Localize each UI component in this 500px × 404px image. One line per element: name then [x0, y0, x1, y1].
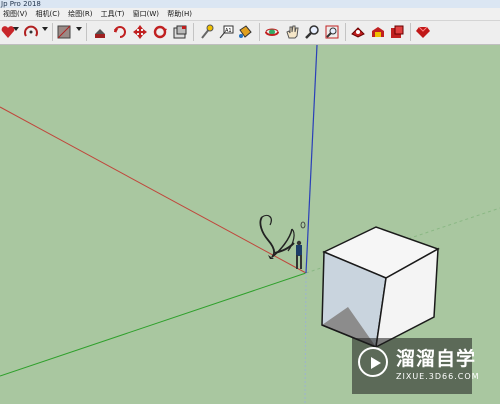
move-icon[interactable] [132, 24, 148, 40]
menu-view[interactable]: 视图(V) [0, 8, 30, 20]
menu-window[interactable]: 窗口(W) [130, 8, 162, 20]
toolbar-separator [410, 23, 411, 41]
zoom-icon[interactable] [304, 24, 320, 40]
offset-icon[interactable] [172, 24, 188, 40]
menu-bar: 视图(V) 相机(C) 绘图(R) 工具(T) 窗口(W) 帮助(H) [0, 8, 500, 21]
menu-help[interactable]: 帮助(H) [164, 8, 195, 20]
pan-icon[interactable] [284, 24, 300, 40]
arc-icon[interactable] [23, 24, 39, 40]
chevron-down-icon[interactable] [42, 27, 48, 31]
chevron-down-icon[interactable] [76, 27, 82, 31]
box-model [321, 226, 440, 349]
orbit-icon[interactable] [264, 24, 280, 40]
follow-me-icon[interactable] [152, 24, 168, 40]
menu-camera[interactable]: 相机(C) [33, 8, 63, 20]
menu-tools[interactable]: 工具(T) [98, 8, 128, 20]
toolbar-separator [86, 23, 87, 41]
rectangle-icon[interactable] [56, 24, 72, 40]
blue-axis-dashed [304, 272, 307, 404]
ruby-icon[interactable] [415, 24, 431, 40]
text-icon[interactable]: A1 [218, 24, 234, 40]
warehouse-icon[interactable] [370, 24, 386, 40]
rotate-icon[interactable] [112, 24, 128, 40]
watermark-name: 溜溜自学 [396, 348, 477, 370]
zoom-extents-icon[interactable] [324, 24, 340, 40]
watermark: 溜溜自学 ZIXUE.3D66.COM [352, 338, 479, 394]
toolbar: A1 [0, 21, 500, 45]
green-axis [0, 272, 307, 377]
scale-figure [259, 214, 306, 269]
chevron-down-icon[interactable] [13, 27, 19, 31]
window-title: Jp Pro 2018 [1, 0, 41, 8]
extension-warehouse-icon[interactable] [389, 24, 405, 40]
tape-measure-icon[interactable] [198, 24, 214, 40]
toolbar-separator [52, 23, 53, 41]
toolbar-separator [193, 23, 194, 41]
red-axis [0, 106, 307, 274]
play-triangle-icon [371, 357, 381, 369]
watermark-url: ZIXUE.3D66.COM [396, 372, 480, 381]
menu-draw[interactable]: 绘图(R) [65, 8, 95, 20]
title-bar: Jp Pro 2018 [0, 0, 500, 8]
toolbar-separator [345, 23, 346, 41]
play-logo-icon [358, 347, 388, 377]
paint-bucket-icon[interactable] [237, 24, 253, 40]
blue-axis [305, 45, 318, 274]
geo-location-icon[interactable] [350, 24, 366, 40]
push-pull-icon[interactable] [92, 24, 108, 40]
toolbar-separator [259, 23, 260, 41]
svg-text:A1: A1 [225, 28, 232, 34]
